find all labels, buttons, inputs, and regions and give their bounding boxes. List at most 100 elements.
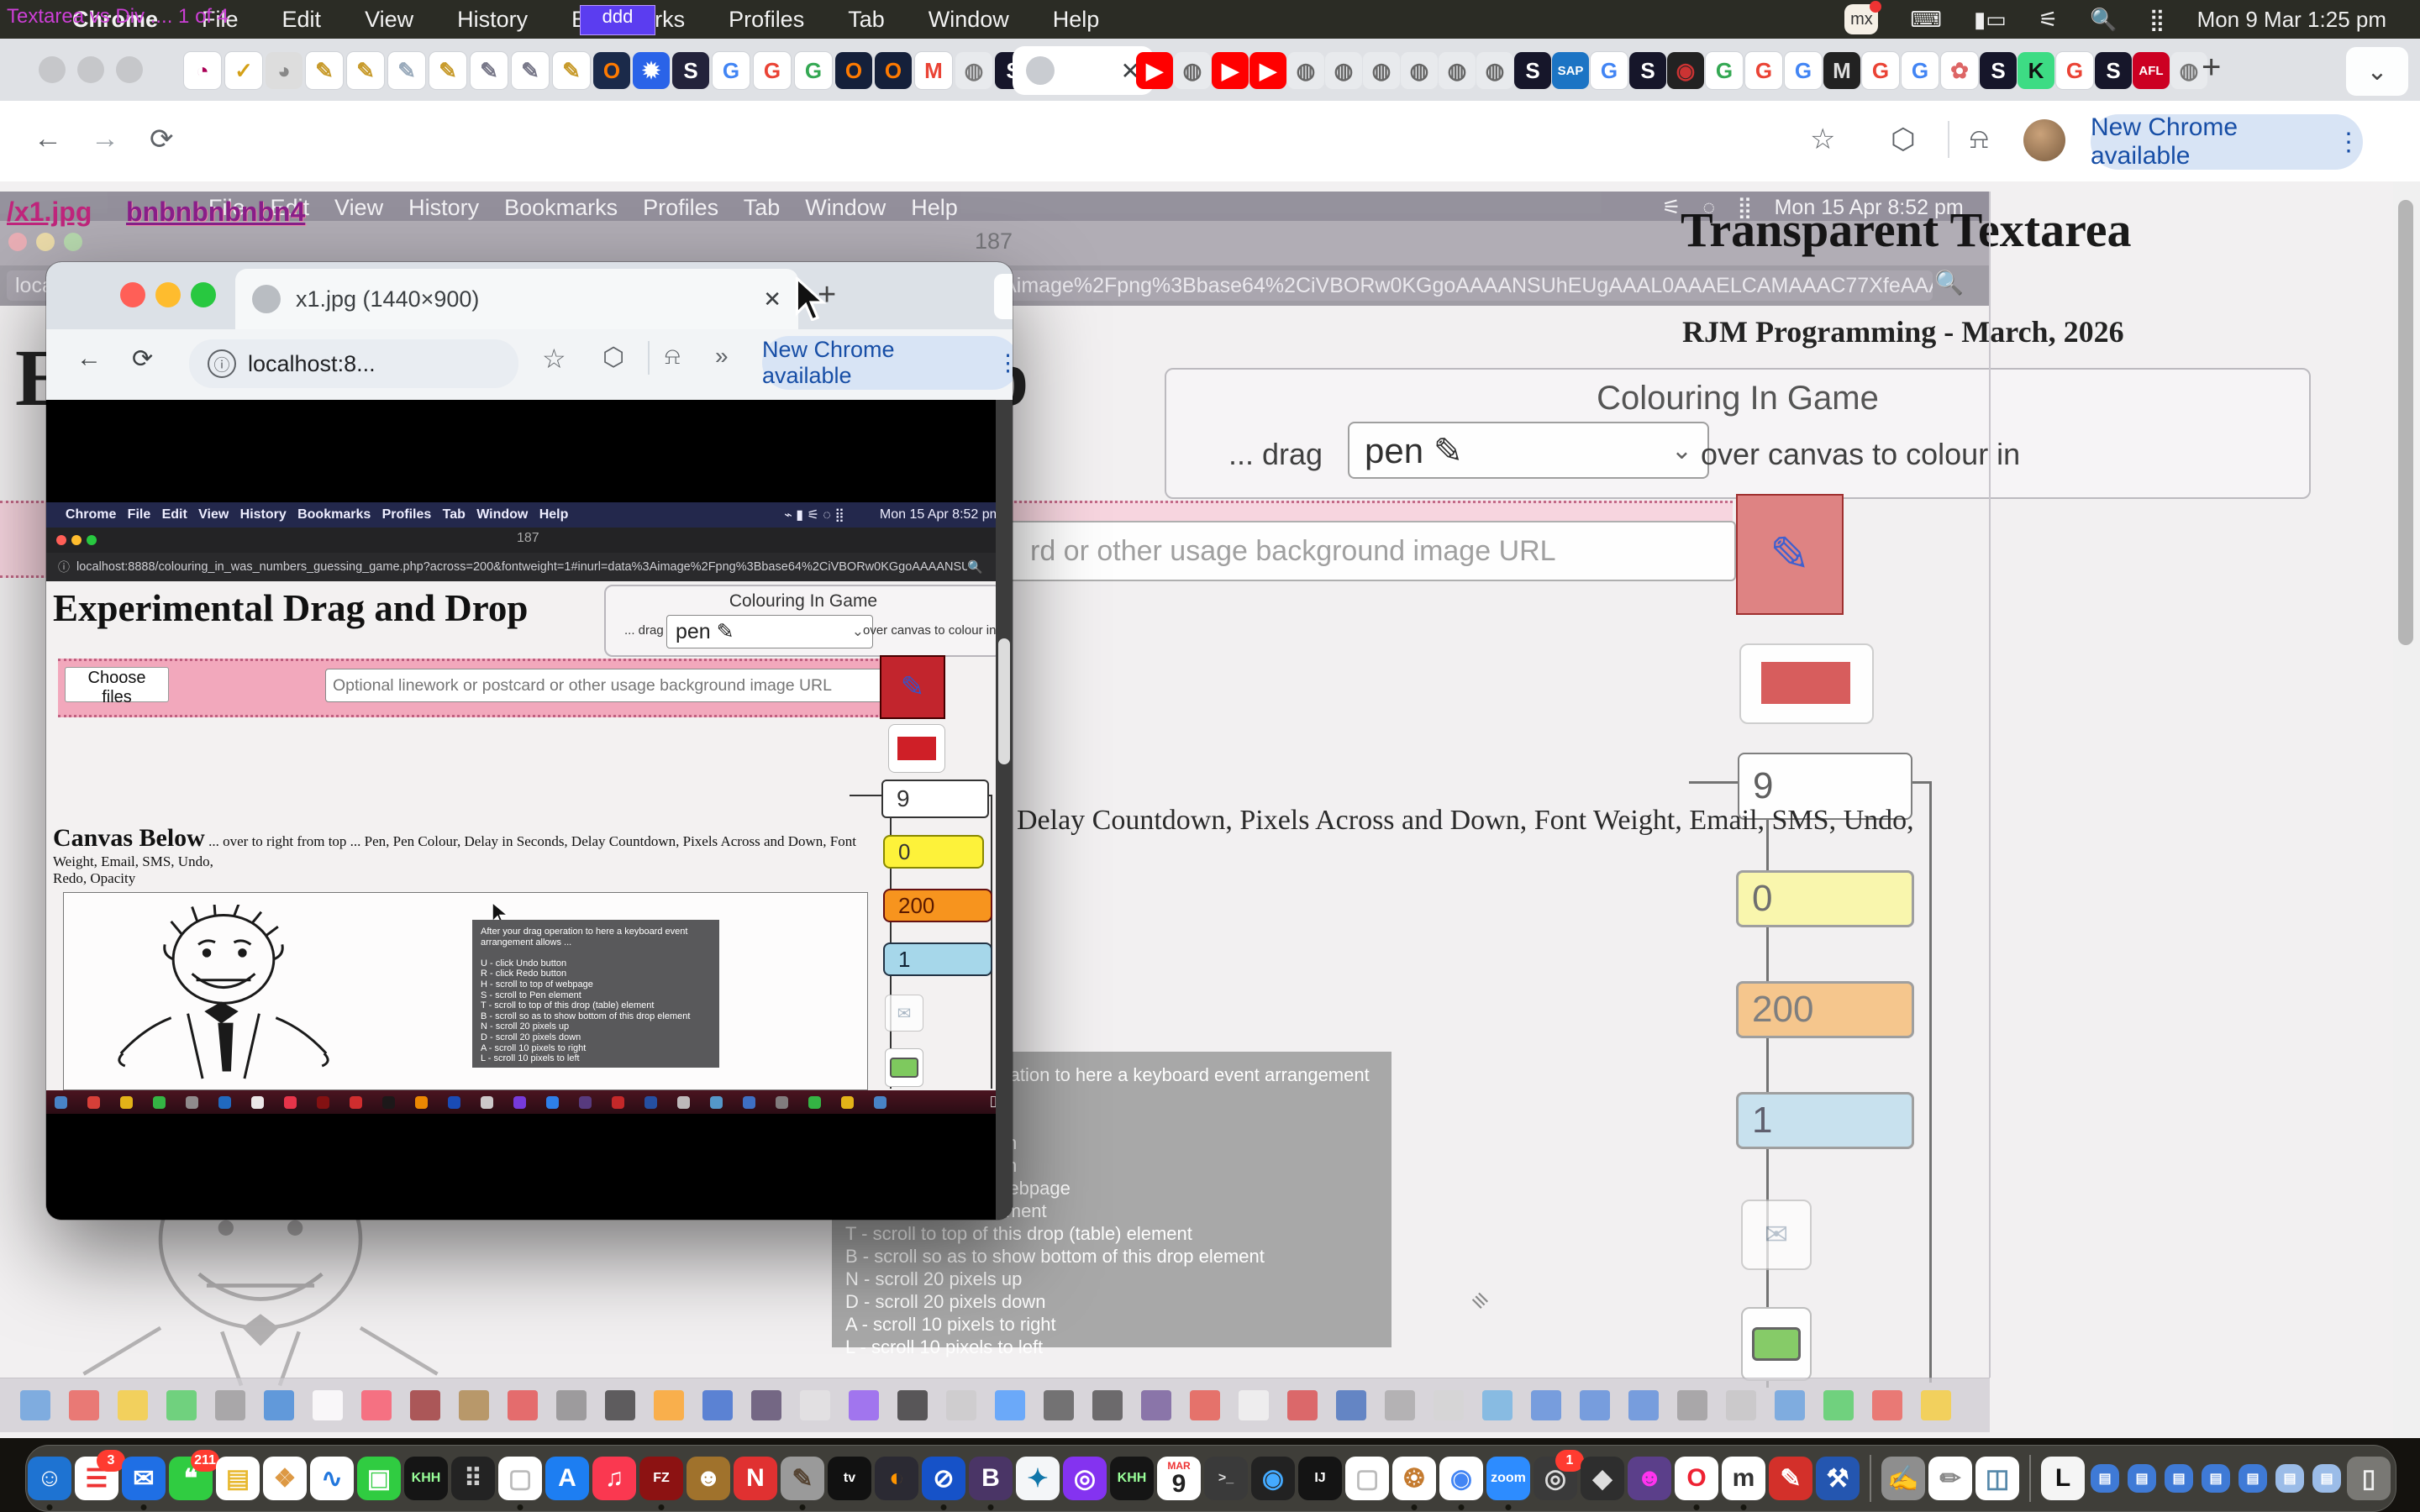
dock-icon-slash-blue[interactable]: ⊘	[922, 1457, 965, 1500]
pinned-tab[interactable]: S	[1980, 52, 2017, 89]
pinned-tab[interactable]: S	[672, 52, 709, 89]
inner-pen-drag-box[interactable]: ✎	[880, 655, 945, 719]
bookmark-star-icon[interactable]: ☆	[1810, 123, 1835, 156]
inner-scrollbar-track[interactable]	[996, 400, 1013, 1220]
dock-icon-launchpad[interactable]: ❖	[263, 1457, 307, 1500]
dock-icon-bear[interactable]: B	[969, 1457, 1013, 1500]
dock-icon-app-store[interactable]: A	[545, 1457, 589, 1500]
inner-overflow-chevrons[interactable]: »	[715, 343, 729, 370]
kebab-menu-icon[interactable]: ⋮	[2336, 128, 2363, 157]
inner-window[interactable]: x1.jpg (1440×900) ✕ + ⌄ ← ⟳ ⓘ localhost:…	[46, 262, 1013, 1220]
pinned-tab[interactable]: ✎	[470, 51, 508, 90]
pinned-tabs-left[interactable]: ◔✓◕✎✎✎✎✎✎✎O✹SGGGOOM◍S	[183, 51, 1032, 90]
dock-icon-trash[interactable]: ▯	[2347, 1457, 2391, 1500]
pinned-tab[interactable]: ✎	[511, 51, 550, 90]
inner-input-weight[interactable]: 1	[883, 942, 992, 976]
dock-icon-mini-file[interactable]: ▤	[2275, 1464, 2304, 1493]
bg-input-across[interactable]: 200	[1736, 981, 1914, 1038]
battery-icon[interactable]: ▮▭	[1974, 7, 2007, 33]
link-bnbn[interactable]: bnbnbnbnbn4	[126, 197, 305, 228]
dock-icon-gimp[interactable]: ✎	[781, 1457, 824, 1500]
inner-close-button[interactable]	[120, 282, 145, 307]
pinned-tab[interactable]: ✹	[633, 52, 670, 89]
inner-input-nine[interactable]: 9	[881, 780, 989, 818]
pinned-tab[interactable]: S	[2095, 52, 2132, 89]
pinned-tab[interactable]: ✎	[552, 51, 591, 90]
pinned-tab[interactable]: G	[1590, 51, 1628, 90]
dock-icon-tool[interactable]: ⚒	[1816, 1457, 1860, 1500]
bg-input-weight[interactable]: 1	[1736, 1092, 1914, 1149]
dock-icon-music[interactable]: ♫	[592, 1457, 636, 1500]
pinned-tab[interactable]: ▶	[1136, 52, 1173, 89]
inner-new-tab-button[interactable]: +	[818, 277, 836, 313]
dock-icon-finder[interactable]: ☺	[28, 1457, 71, 1500]
app-status-icon[interactable]: mx	[1844, 4, 1878, 34]
pinned-tab[interactable]: ◍	[1439, 52, 1476, 89]
dock-icon-wave[interactable]: ∿	[310, 1457, 354, 1500]
pinned-tab[interactable]: O	[875, 52, 912, 89]
inner-back-button[interactable]: ←	[76, 344, 102, 373]
dock-icon-reminders[interactable]: ☰3	[75, 1457, 118, 1500]
dock-icon-calendar[interactable]: 9MAR	[1157, 1457, 1201, 1500]
dock-icon-krita[interactable]: ✎	[1769, 1457, 1812, 1500]
pinned-tab[interactable]: ◍	[1287, 52, 1324, 89]
new-tab-button[interactable]: +	[2202, 49, 2221, 87]
dock-icon-skull[interactable]: ☻	[1628, 1457, 1671, 1500]
pinned-tab[interactable]: ▶	[1249, 52, 1286, 89]
window-minimize-button[interactable]	[77, 56, 104, 83]
pinned-tab[interactable]: ◉	[1667, 52, 1704, 89]
pinned-tab[interactable]: M	[914, 51, 953, 90]
dock-icon-facetime[interactable]: ▣	[357, 1457, 401, 1500]
dock-icon-firefox[interactable]: ◐	[875, 1457, 918, 1500]
inner-scrollbar-thumb[interactable]	[998, 638, 1010, 764]
dock-icon-m-app[interactable]: m	[1722, 1457, 1765, 1500]
pinned-tab[interactable]: ✓	[224, 51, 263, 90]
tab-search-chevron[interactable]: ⌄	[2346, 47, 2408, 96]
inner-input-delay[interactable]: 0	[883, 835, 984, 869]
pinned-tab[interactable]: S	[1514, 52, 1551, 89]
inner-url-input[interactable]	[325, 669, 885, 702]
dock-icon-stamp[interactable]: ✍	[1881, 1457, 1925, 1500]
wifi-icon[interactable]: ⚟	[2039, 7, 2058, 33]
dock-icon-mini-file[interactable]: ▤	[2238, 1464, 2267, 1493]
dock-icon-preview[interactable]: ◫	[1975, 1457, 2019, 1500]
dock-icon-mail[interactable]: ✉	[122, 1457, 166, 1500]
pinned-tab[interactable]: K	[2018, 52, 2054, 89]
pinned-tab[interactable]: ◍	[955, 52, 992, 89]
pinned-tab[interactable]: ▶	[1212, 52, 1249, 89]
inner-zoom-button[interactable]	[191, 282, 216, 307]
menu-item[interactable]: Window	[929, 7, 1009, 33]
dock-icon-khh2[interactable]: KHH	[1110, 1457, 1154, 1500]
inner-battery-saver-icon[interactable]: ⍾	[665, 343, 681, 370]
dock-icon-l-doc[interactable]: L	[2041, 1457, 2085, 1500]
dock-icon-podcasts[interactable]: ◎	[1063, 1457, 1107, 1500]
dock-icon-mini-file[interactable]: ▤	[2202, 1464, 2230, 1493]
battery-saver-icon[interactable]: ⍾	[1970, 123, 1989, 155]
dock-icon-document2[interactable]: ▢	[1345, 1457, 1389, 1500]
dock-icon-khh[interactable]: KHH	[404, 1457, 448, 1500]
bg-colour-swatch-button[interactable]	[1739, 643, 1874, 724]
dock-icon-mini-file[interactable]: ▤	[2128, 1464, 2156, 1493]
keyboard-icon[interactable]: ⌨	[1910, 7, 1942, 33]
update-chrome-button[interactable]: New Chrome available ⋮	[2091, 114, 2363, 170]
menu-item[interactable]: Help	[1053, 7, 1100, 33]
dock-icon-filezilla[interactable]: FZ	[639, 1457, 683, 1500]
inner-tab-close-icon[interactable]: ✕	[763, 286, 781, 312]
inner-email-button[interactable]: ✉	[885, 995, 923, 1032]
pinned-tab[interactable]: G	[753, 51, 792, 90]
window-zoom-button[interactable]	[116, 56, 143, 83]
inner-colour-swatch-button[interactable]	[888, 724, 945, 773]
pinned-tab[interactable]: G	[1784, 51, 1823, 90]
reload-button[interactable]: ⟳	[150, 123, 174, 156]
inner-choose-files-button[interactable]: Choose files	[65, 667, 169, 702]
bg-pen-drag-box[interactable]: ✎	[1736, 494, 1844, 615]
inner-canvas[interactable]: After your drag operation to here a keyb…	[63, 892, 868, 1090]
dock-icon-messages[interactable]: ❝211	[169, 1457, 213, 1500]
dock-icon-zoom[interactable]: zoom	[1486, 1457, 1530, 1500]
inner-pen-select[interactable]: pen ✎ ⌄	[666, 615, 873, 648]
textarea-resize-grip[interactable]: ≡	[1465, 1286, 1495, 1316]
inner-minimize-button[interactable]	[155, 282, 181, 307]
pinned-tab[interactable]: ◍	[1325, 52, 1362, 89]
dock-icon-terminal[interactable]: >_	[1204, 1457, 1248, 1500]
bg-input-delay[interactable]: 0	[1736, 870, 1914, 927]
